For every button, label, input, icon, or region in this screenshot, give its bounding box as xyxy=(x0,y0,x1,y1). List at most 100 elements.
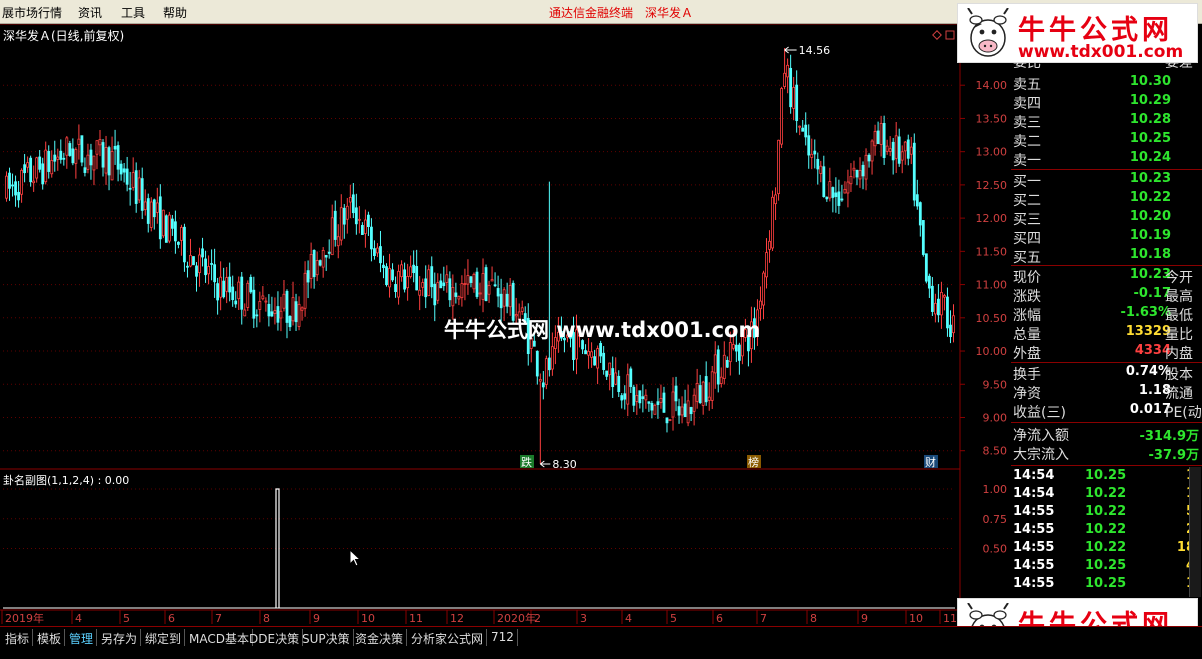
menu-help[interactable]: 帮助 xyxy=(163,4,187,21)
month-label: 9 xyxy=(861,612,868,625)
candle-body xyxy=(731,344,735,349)
tick-price: 10.25 xyxy=(1085,558,1127,573)
price-axis-label: 12.00 xyxy=(976,212,1008,225)
candle-body xyxy=(38,156,42,170)
candle-body xyxy=(183,226,186,263)
buy-row-label: 买四 xyxy=(1013,231,1041,247)
formula-tab[interactable]: 绑定到 xyxy=(142,629,186,646)
candle-body xyxy=(8,172,11,189)
buy-row: 买二 10.22 xyxy=(1013,190,1201,209)
buy-row: 买一 10.23 xyxy=(1013,171,1201,190)
formula-tab[interactable]: 分析家公式网 xyxy=(408,629,488,646)
sell-row: 卖一 10.24 xyxy=(1013,150,1201,169)
candle-body xyxy=(617,375,621,393)
high-price-label: 14.56 xyxy=(799,44,831,57)
formula-tab[interactable]: 管理 xyxy=(66,629,98,646)
candle-body xyxy=(909,146,913,155)
candle-body xyxy=(186,265,189,268)
candle-body xyxy=(29,157,33,183)
candle-body xyxy=(430,266,434,288)
candle-body xyxy=(861,164,865,177)
candle-body xyxy=(858,170,862,180)
candle-body xyxy=(210,263,213,265)
candle-body xyxy=(445,274,449,283)
month-label: 11 xyxy=(943,612,957,625)
formula-tab[interactable]: 模板 xyxy=(34,629,66,646)
stat2-row-label: 收益(三) xyxy=(1013,405,1066,421)
candle-body xyxy=(921,220,925,255)
candle-body xyxy=(768,240,771,250)
candle-body xyxy=(704,376,708,403)
candle-body xyxy=(406,276,410,289)
formula-tab[interactable]: SUP决策 xyxy=(299,629,354,646)
candle-body xyxy=(276,306,280,323)
candle-body xyxy=(71,148,75,164)
menu-news[interactable]: 资讯 xyxy=(78,4,102,21)
logo-url: www.tdx001.com xyxy=(1018,42,1184,62)
divider xyxy=(1011,169,1202,170)
candle-body xyxy=(647,401,651,404)
menu-tools[interactable]: 工具 xyxy=(121,4,145,21)
sell-row-value: 10.24 xyxy=(1129,150,1171,165)
stat-row-value: -1.63% xyxy=(1120,305,1172,320)
candle-body xyxy=(234,300,238,305)
candle-body xyxy=(243,309,247,317)
candle-body xyxy=(324,254,328,258)
month-label: 2019年 xyxy=(5,611,44,625)
candle-body xyxy=(367,214,370,228)
candle-body xyxy=(547,357,551,371)
stat2-row: 换手 0.74% 股本 xyxy=(1013,364,1201,383)
candle-body xyxy=(282,293,286,309)
candle-body xyxy=(439,280,443,289)
candle-body xyxy=(499,293,503,309)
candle-body xyxy=(315,260,319,276)
tick-time: 14:55 xyxy=(1013,558,1055,573)
candle-body xyxy=(469,276,473,283)
candle-body xyxy=(894,135,898,159)
candle-body xyxy=(158,196,162,240)
candle-body xyxy=(288,316,292,328)
candle-body xyxy=(605,370,609,377)
stat2-row-right: 股本 xyxy=(1165,367,1193,383)
candle-body xyxy=(53,154,57,162)
candle-body xyxy=(433,283,437,306)
candle-body xyxy=(363,219,367,234)
candle-body xyxy=(442,282,446,287)
sell-row: 卖五 10.30 xyxy=(1013,74,1201,93)
candle-body xyxy=(867,154,871,162)
buy-row: 买四 10.19 xyxy=(1013,228,1201,247)
candle-body xyxy=(590,351,593,358)
chart-title: 深华发Ａ(日线,前复权) xyxy=(3,29,125,43)
formula-tab[interactable]: 指标 xyxy=(2,629,34,646)
candle-body xyxy=(719,376,723,384)
candle-body xyxy=(780,88,783,145)
candle-body xyxy=(490,279,494,282)
candle-body xyxy=(695,382,699,402)
month-label: 10 xyxy=(361,612,375,625)
tick-row: 14:5510.251 xyxy=(1013,576,1195,594)
formula-tab[interactable]: 712 xyxy=(488,629,518,646)
candle-body xyxy=(131,172,135,188)
candle-body xyxy=(26,162,30,168)
candle-body xyxy=(427,269,431,297)
divider xyxy=(1011,265,1202,266)
candle-body xyxy=(864,154,868,180)
formula-tab-bar: 指标 模板 管理 另存为 绑定到 MACD基本 DDE决策 SUP决策 资金决策 分析家公式网 71… xyxy=(0,626,1202,646)
candle-body xyxy=(710,371,714,401)
watermark: 牛牛公式网 www.tdx001.com xyxy=(444,318,761,342)
buy-row-label: 买三 xyxy=(1013,212,1041,228)
stat-row-label: 现价 xyxy=(1013,270,1041,286)
candle-body xyxy=(140,178,144,211)
candle-body xyxy=(737,344,741,361)
formula-tab[interactable]: MACD基本 xyxy=(186,629,253,646)
formula-tab[interactable]: 资金决策 xyxy=(352,629,408,646)
formula-tab[interactable]: 另存为 xyxy=(98,629,142,646)
menu-market[interactable]: 展市场行情 xyxy=(2,4,62,21)
candle-body xyxy=(496,288,500,297)
candle-body xyxy=(713,354,717,374)
formula-tab[interactable]: DDE决策 xyxy=(246,629,304,646)
candle-body xyxy=(339,207,343,241)
month-label: 9 xyxy=(313,612,320,625)
candle-body xyxy=(107,147,111,176)
tick-scrollbar[interactable] xyxy=(1189,467,1201,597)
